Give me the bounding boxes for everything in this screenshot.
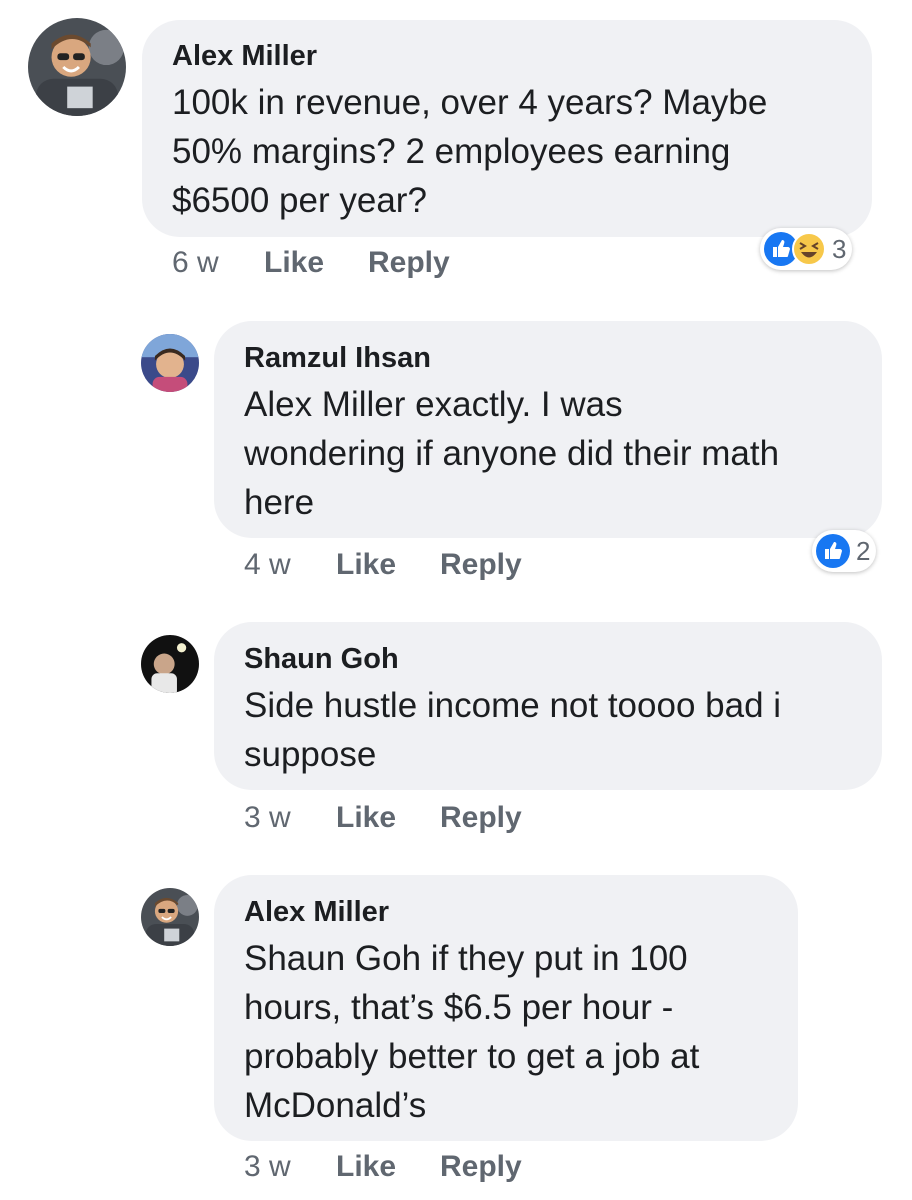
reply-button[interactable]: Reply [440,548,522,582]
like-button[interactable]: Like [336,801,396,835]
comment-timestamp: 3 w [244,1150,291,1183]
comment-author[interactable]: Alex Miller [172,40,317,73]
reply-button[interactable]: Reply [440,801,522,835]
like-icon [816,534,850,568]
reaction-summary[interactable]: 2 [812,530,877,572]
comment-timestamp: 3 w [244,801,291,834]
reply-button[interactable]: Reply [368,246,450,280]
comment-timestamp: 6 w [172,246,219,279]
like-button[interactable]: Like [336,1150,396,1184]
reaction-summary[interactable]: 3 [760,228,853,270]
avatar[interactable] [28,18,126,116]
like-button[interactable]: Like [264,246,324,280]
comment-author[interactable]: Shaun Goh [244,643,399,676]
like-button[interactable]: Like [336,548,396,582]
comment-text: Alex Miller exactly. I was wondering if … [244,385,780,522]
comment-text: 100k in revenue, over 4 years? Maybe 50%… [172,83,768,220]
comment-author[interactable]: Alex Miller [244,896,389,929]
avatar[interactable] [141,334,199,392]
avatar[interactable] [141,888,199,946]
reaction-count: 3 [832,233,847,264]
avatar[interactable] [141,635,199,693]
comment-text: Side hustle income not toooo bad i suppo… [244,686,782,774]
comment-author[interactable]: Ramzul Ihsan [244,342,431,375]
comment-text: Shaun Goh if they put in 100 hours, that… [244,939,700,1125]
haha-icon [792,232,826,266]
reaction-count: 2 [856,535,871,566]
comment-timestamp: 4 w [244,548,291,581]
reply-button[interactable]: Reply [440,1150,522,1184]
